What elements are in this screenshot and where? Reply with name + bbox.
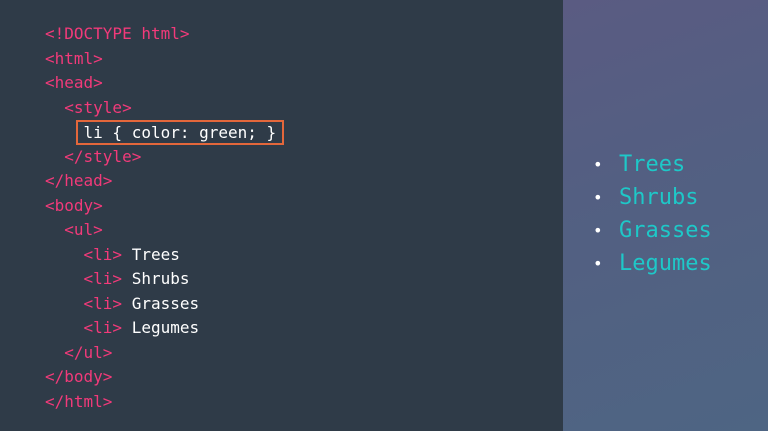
code-line-body-open: <body> [45,194,284,219]
bullet-icon: • [593,155,603,174]
preview-list-item: • Shrubs [593,181,712,214]
preview-list-item: • Grasses [593,214,712,247]
doctype-tag: <!DOCTYPE html> [45,24,190,43]
preview-item-text: Trees [619,152,686,177]
preview-item-text: Legumes [619,251,712,276]
code-line-ul-close: </ul> [45,341,284,366]
code-line-style-close: </style> [45,145,284,170]
code-line-head-open: <head> [45,71,284,96]
li-tag: <li> [83,244,123,264]
code-line-style-open: <style> [45,96,284,121]
preview-item-text: Grasses [619,218,712,243]
code-block: <!DOCTYPE html> <html> <head> <style> li… [45,22,285,415]
code-line-li-trees: <li> Trees [45,243,284,268]
body-open-tag: <body> [45,195,103,215]
bullet-icon: • [593,188,603,207]
style-close-tag: </style> [64,146,142,166]
preview-list-item: • Legumes [593,247,712,280]
head-open-tag: <head> [45,73,103,92]
bullet-icon: • [593,221,603,240]
html-close-tag: </html> [45,391,113,411]
li-tag: <li> [83,293,123,313]
html-open-tag: <html> [45,48,103,68]
code-item-text: Shrubs [131,269,190,288]
code-item-text: Grasses [131,293,200,313]
ul-open-tag: <ul> [64,220,103,239]
preview-list-item: • Trees [593,148,712,181]
code-item-text: Legumes [131,318,200,337]
code-line-html-close: </html> [45,390,284,415]
slide: <!DOCTYPE html> <html> <head> <style> li… [0,0,768,431]
preview-panel: • Trees • Shrubs • Grasses • Legumes [563,0,768,431]
head-close-tag: </head> [45,171,113,190]
code-line-html-open: <html> [45,47,284,72]
code-line-li-legumes: <li> Legumes [45,316,284,341]
li-tag: <li> [83,269,123,288]
code-line-body-close: </body> [45,365,284,390]
code-line-doctype: <!DOCTYPE html> [45,22,284,47]
code-line-head-close: </head> [45,169,284,194]
bullet-icon: • [593,254,603,273]
code-panel: <!DOCTYPE html> <html> <head> <style> li… [0,0,563,431]
code-line-css-rule: li { color: green; } [45,120,285,145]
code-item-text: Trees [131,244,180,264]
body-close-tag: </body> [45,367,113,386]
css-rule-highlight: li { color: green; } [75,120,285,145]
code-line-li-shrubs: <li> Shrubs [45,267,284,292]
code-line-li-grasses: <li> Grasses [45,292,284,317]
code-line-ul-open: <ul> [45,218,284,243]
style-open-tag: <style> [64,97,132,117]
preview-item-text: Shrubs [619,185,699,210]
li-tag: <li> [83,318,123,337]
ul-close-tag: </ul> [64,342,113,362]
preview-list: • Trees • Shrubs • Grasses • Legumes [593,148,712,280]
